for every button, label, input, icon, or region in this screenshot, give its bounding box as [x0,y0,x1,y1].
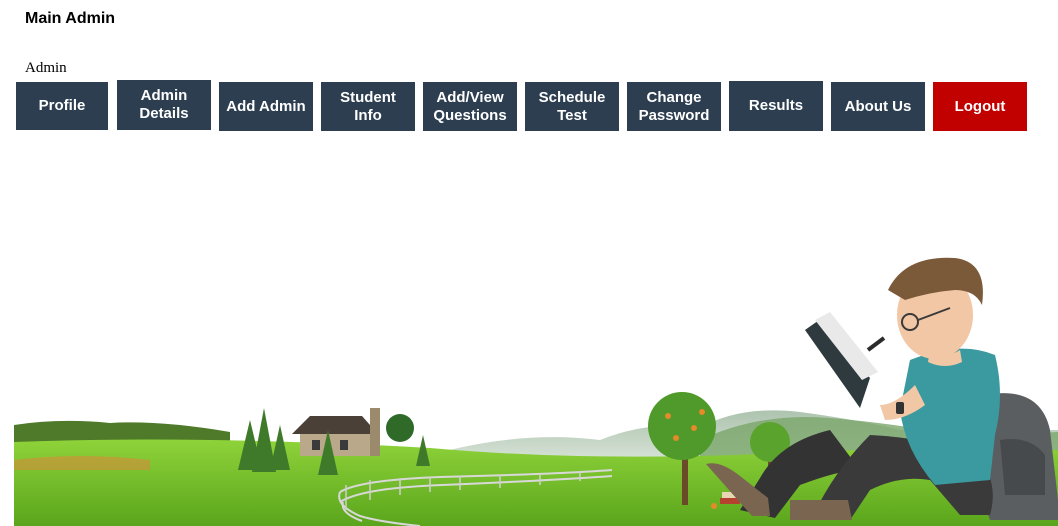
admin-details-button[interactable]: Admin Details [117,80,211,130]
schedule-test-button[interactable]: Schedule Test [525,82,619,131]
add-view-questions-button[interactable]: Add/View Questions [423,82,517,131]
profile-button[interactable]: Profile [16,82,108,130]
change-password-button[interactable]: Change Password [627,82,721,131]
farmhouse [292,408,380,456]
main-nav: Profile Admin Details Add Admin Student … [0,0,1058,140]
student-reading-illustration [706,257,1058,520]
hero-illustration [14,257,1058,526]
logout-button[interactable]: Logout [933,82,1027,131]
add-admin-button[interactable]: Add Admin [219,82,313,131]
about-us-button[interactable]: About Us [831,82,925,131]
student-info-button[interactable]: Student Info [321,82,415,131]
results-button[interactable]: Results [729,81,823,131]
